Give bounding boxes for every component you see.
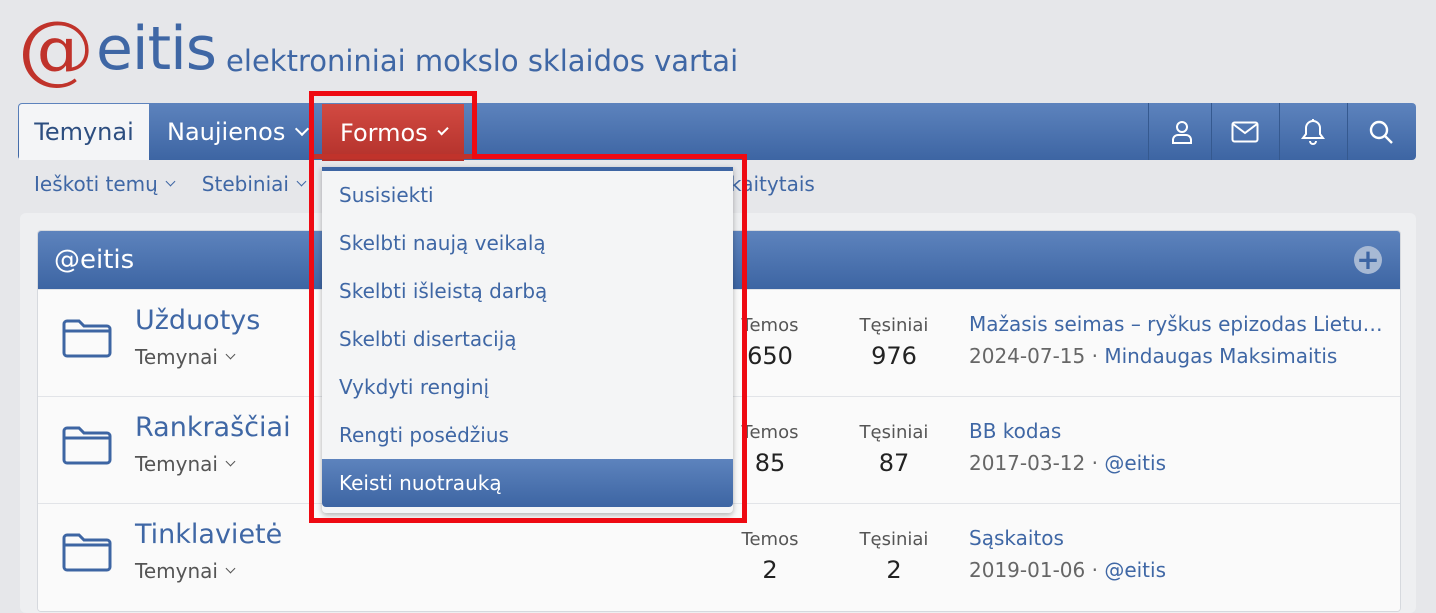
threads-stat: Temos 2: [715, 529, 825, 584]
tab-temynai[interactable]: Temynai: [19, 104, 149, 160]
highlight-box-tab: [309, 91, 477, 159]
last-post-meta: 2017-03-12 · @eitis: [969, 451, 1166, 475]
main-navbar: Temynai Naujienos Formos: [18, 103, 1416, 161]
forum-node-title[interactable]: Rankraščiai: [135, 412, 291, 443]
threads-count: 2: [762, 556, 778, 584]
subforums-label: Temynai: [135, 452, 218, 476]
folder-icon: [62, 533, 112, 572]
subforums-label: Temynai: [135, 345, 218, 369]
chevron-down-icon: [295, 121, 310, 137]
tab-naujienos[interactable]: Naujienos: [149, 103, 325, 160]
chevron-down-icon: [225, 456, 236, 467]
last-post-title[interactable]: BB kodas: [969, 419, 1384, 443]
folder-icon: [62, 319, 112, 358]
posts-stat: Tęsiniai 87: [839, 422, 949, 477]
posts-count: 87: [878, 449, 910, 477]
logo-name: eitis: [96, 14, 217, 84]
search-icon[interactable]: [1347, 103, 1414, 160]
posts-label: Tęsiniai: [859, 315, 929, 336]
last-post-title[interactable]: Sąskaitos: [969, 526, 1384, 550]
last-post-user[interactable]: @eitis: [1104, 558, 1166, 582]
posts-stat: Tęsiniai 2: [839, 529, 949, 584]
posts-count: 976: [871, 342, 917, 370]
mail-icon[interactable]: [1211, 103, 1278, 160]
bell-icon[interactable]: [1279, 103, 1346, 160]
forum-node-subforums[interactable]: Temynai: [135, 559, 236, 583]
category-title: @eitis: [54, 245, 135, 275]
posts-stat: Tęsiniai 976: [839, 315, 949, 370]
highlight-join: [314, 154, 472, 159]
subnav-ieskoti-temu[interactable]: Ieškoti temų: [34, 172, 176, 196]
posts-count: 2: [886, 556, 902, 584]
threads-label: Temos: [741, 529, 799, 550]
chevron-down-icon: [165, 176, 176, 187]
subforums-label: Temynai: [135, 559, 218, 583]
collapse-toggle-icon[interactable]: +: [1354, 246, 1382, 274]
last-post-title[interactable]: Mažasis seimas – ryškus epizodas Lietuvo…: [969, 312, 1384, 336]
last-post-user[interactable]: Mindaugas Maksimaitis: [1104, 344, 1337, 368]
subnav-stebiniai[interactable]: Stebiniai: [201, 172, 307, 196]
forum-node-title[interactable]: Tinklavietė: [135, 519, 282, 550]
chevron-down-icon: [225, 349, 236, 360]
last-post-user[interactable]: @eitis: [1104, 451, 1166, 475]
sub-navigation: Ieškoti temų Stebiniai: [34, 172, 333, 196]
last-post-meta: 2024-07-15 · Mindaugas Maksimaitis: [969, 344, 1338, 368]
last-post-date[interactable]: 2017-03-12: [969, 451, 1085, 475]
tab-temynai-label: Temynai: [34, 118, 134, 146]
subnav-ieskoti-temu-label: Ieškoti temų: [34, 172, 158, 196]
site-logo[interactable]: @ eitis elektroniniai mokslo sklaidos va…: [18, 4, 739, 93]
folder-icon: [62, 426, 112, 465]
logo-tagline: elektroniniai mokslo sklaidos vartai: [226, 44, 739, 78]
subnav-stebiniai-label: Stebiniai: [201, 172, 289, 196]
last-post-date[interactable]: 2019-01-06: [969, 558, 1085, 582]
forum-node-subforums[interactable]: Temynai: [135, 345, 236, 369]
forum-node-subforums[interactable]: Temynai: [135, 452, 236, 476]
highlight-box-menu: [309, 154, 747, 523]
chevron-down-icon: [296, 176, 307, 187]
last-post-date[interactable]: 2024-07-15: [969, 344, 1085, 368]
chevron-down-icon: [225, 563, 236, 574]
forum-node-title[interactable]: Užduotys: [135, 305, 260, 336]
user-icon[interactable]: [1148, 103, 1215, 160]
posts-label: Tęsiniai: [859, 529, 929, 550]
tab-naujienos-label: Naujienos: [167, 117, 286, 146]
last-post-meta: 2019-01-06 · @eitis: [969, 558, 1166, 582]
logo-at-symbol: @: [18, 4, 94, 93]
posts-label: Tęsiniai: [859, 422, 929, 443]
